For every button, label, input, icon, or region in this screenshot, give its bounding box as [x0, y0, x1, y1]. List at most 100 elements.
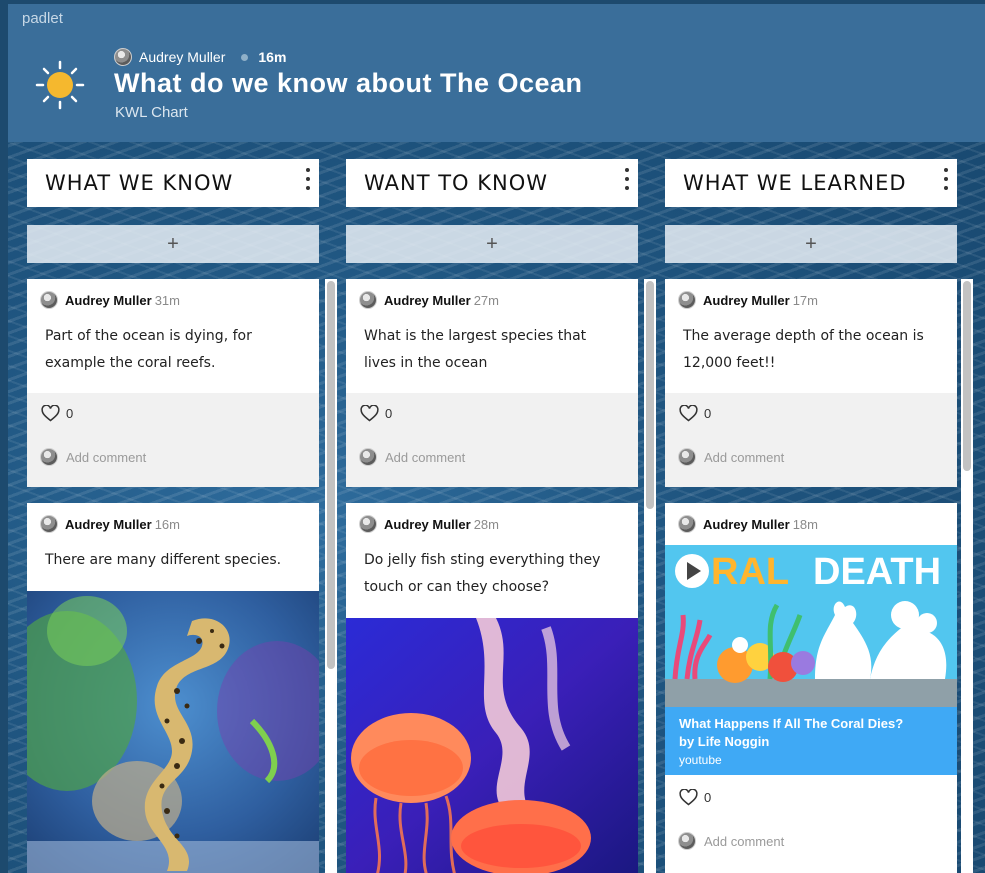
post-text: The average depth of the ocean is 12,000…	[683, 328, 924, 371]
padlet-logo[interactable]: padlet	[22, 10, 63, 27]
column-what-we-know: WHAT WE KNOW + Audrey Muller 31m Part of…	[27, 159, 337, 873]
post-time: 27m	[473, 292, 499, 308]
column-title: WHAT WE LEARNED	[683, 171, 907, 195]
board-subtitle: KWL Chart	[115, 104, 188, 121]
scrollbar-thumb[interactable]	[646, 281, 654, 509]
column-header: WHAT WE KNOW	[27, 159, 319, 207]
scrollbar-track[interactable]	[961, 279, 973, 873]
post-time: 31m	[154, 292, 180, 308]
like-row: 0	[665, 393, 957, 422]
post-author: Audrey Muller	[65, 516, 152, 532]
add-post-button[interactable]: +	[27, 225, 319, 263]
add-comment-input[interactable]: Add comment	[66, 450, 146, 465]
column-title: WANT TO KNOW	[364, 171, 548, 195]
heart-icon[interactable]	[679, 789, 698, 806]
avatar	[678, 832, 696, 850]
video-thumbnail[interactable]: C RAL DEATH	[665, 545, 957, 707]
add-comment-input[interactable]: Add comment	[385, 450, 465, 465]
sun-icon	[35, 60, 85, 110]
video-title[interactable]: What Happens If All The Coral Dies?	[679, 715, 943, 733]
post-header: Audrey Muller 17m	[665, 279, 957, 309]
post-card[interactable]: Audrey Muller 18m RAL DEATH What Happens…	[665, 503, 957, 873]
post-header: Audrey Muller 31m	[27, 279, 319, 309]
add-post-button[interactable]: +	[346, 225, 638, 263]
padlet-board: padlet Audrey Muller 16m What do we know…	[8, 4, 985, 873]
add-comment-row[interactable]: Add comment	[346, 448, 638, 466]
add-comment-row[interactable]: Add comment	[665, 448, 957, 466]
heart-icon[interactable]	[360, 405, 379, 422]
post-header: Audrey Muller 16m	[27, 503, 319, 533]
jellyfish-image[interactable]	[346, 618, 638, 873]
column-what-we-learned: WHAT WE LEARNED + Audrey Muller 17m The …	[665, 159, 973, 873]
column-menu-icon[interactable]	[624, 168, 630, 190]
column-menu-icon[interactable]	[943, 168, 949, 190]
add-comment-row[interactable]: Add comment	[27, 448, 319, 466]
post-footer: 0 Add comment	[27, 393, 319, 487]
add-comment-row[interactable]: Add comment	[665, 832, 957, 850]
avatar	[40, 515, 58, 533]
board-author[interactable]: Audrey Muller	[139, 49, 225, 65]
column-posts: Audrey Muller 27m What is the largest sp…	[346, 279, 656, 873]
video-source: youtube	[679, 753, 722, 767]
post-author: Audrey Muller	[703, 516, 790, 532]
column-posts: Audrey Muller 31m Part of the ocean is d…	[27, 279, 337, 873]
avatar	[359, 448, 377, 466]
column-header: WANT TO KNOW	[346, 159, 638, 207]
scrollbar-track[interactable]	[325, 279, 337, 873]
post-author: Audrey Muller	[384, 292, 471, 308]
post-author: Audrey Muller	[703, 292, 790, 308]
avatar	[678, 448, 696, 466]
column-posts: Audrey Muller 17m The average depth of t…	[665, 279, 973, 873]
post-author: Audrey Muller	[65, 292, 152, 308]
post-card[interactable]: Audrey Muller 17m The average depth of t…	[665, 279, 957, 487]
avatar[interactable]	[114, 48, 132, 66]
like-count: 0	[704, 790, 712, 805]
like-count: 0	[385, 406, 393, 421]
post-time: 18m	[792, 516, 818, 532]
post-card[interactable]: Audrey Muller 28m Do jelly fish sting ev…	[346, 503, 638, 873]
like-count: 0	[704, 406, 712, 421]
column-menu-icon[interactable]	[305, 168, 311, 190]
post-text: There are many different species.	[45, 552, 282, 568]
seahorse-image[interactable]	[27, 591, 319, 873]
avatar	[359, 515, 377, 533]
post-header: Audrey Muller 28m	[346, 503, 638, 533]
post-time: 17m	[792, 292, 818, 308]
board-meta: Audrey Muller 16m	[114, 48, 286, 66]
like-row: 0	[27, 393, 319, 422]
avatar	[678, 515, 696, 533]
avatar	[359, 291, 377, 309]
post-card[interactable]: Audrey Muller 31m Part of the ocean is d…	[27, 279, 319, 487]
post-text: Part of the ocean is dying, for example …	[45, 328, 252, 371]
column-header: WHAT WE LEARNED	[665, 159, 957, 207]
post-text: Do jelly fish sting everything they touc…	[364, 552, 601, 595]
column-want-to-know: WANT TO KNOW + Audrey Muller 27m What is…	[346, 159, 656, 873]
heart-icon[interactable]	[41, 405, 60, 422]
video-channel: by Life Noggin	[679, 734, 770, 749]
heart-icon[interactable]	[679, 405, 698, 422]
board-header: padlet Audrey Muller 16m What do we know…	[8, 4, 985, 142]
avatar	[678, 291, 696, 309]
add-comment-input[interactable]: Add comment	[704, 450, 784, 465]
scrollbar-track[interactable]	[644, 279, 656, 873]
video-thumb-title-3: DEATH	[813, 551, 941, 593]
post-card[interactable]: Audrey Muller 27m What is the largest sp…	[346, 279, 638, 487]
like-count: 0	[66, 406, 74, 421]
post-text: What is the largest species that lives i…	[364, 328, 587, 371]
column-title: WHAT WE KNOW	[45, 171, 234, 195]
add-post-button[interactable]: +	[665, 225, 957, 263]
post-time: 28m	[473, 516, 499, 532]
scrollbar-thumb[interactable]	[963, 281, 971, 471]
scrollbar-thumb[interactable]	[327, 281, 335, 669]
video-info[interactable]: What Happens If All The Coral Dies? by L…	[665, 707, 957, 775]
post-time: 16m	[154, 516, 180, 532]
like-row: 0	[665, 775, 957, 806]
add-comment-input[interactable]: Add comment	[704, 834, 784, 849]
post-header: Audrey Muller 27m	[346, 279, 638, 309]
separator-dot	[241, 53, 249, 61]
post-card[interactable]: Audrey Muller 16m There are many differe…	[27, 503, 319, 873]
like-row: 0	[346, 393, 638, 422]
video-thumb-title-2: RAL	[711, 551, 789, 593]
avatar	[40, 448, 58, 466]
avatar	[40, 291, 58, 309]
